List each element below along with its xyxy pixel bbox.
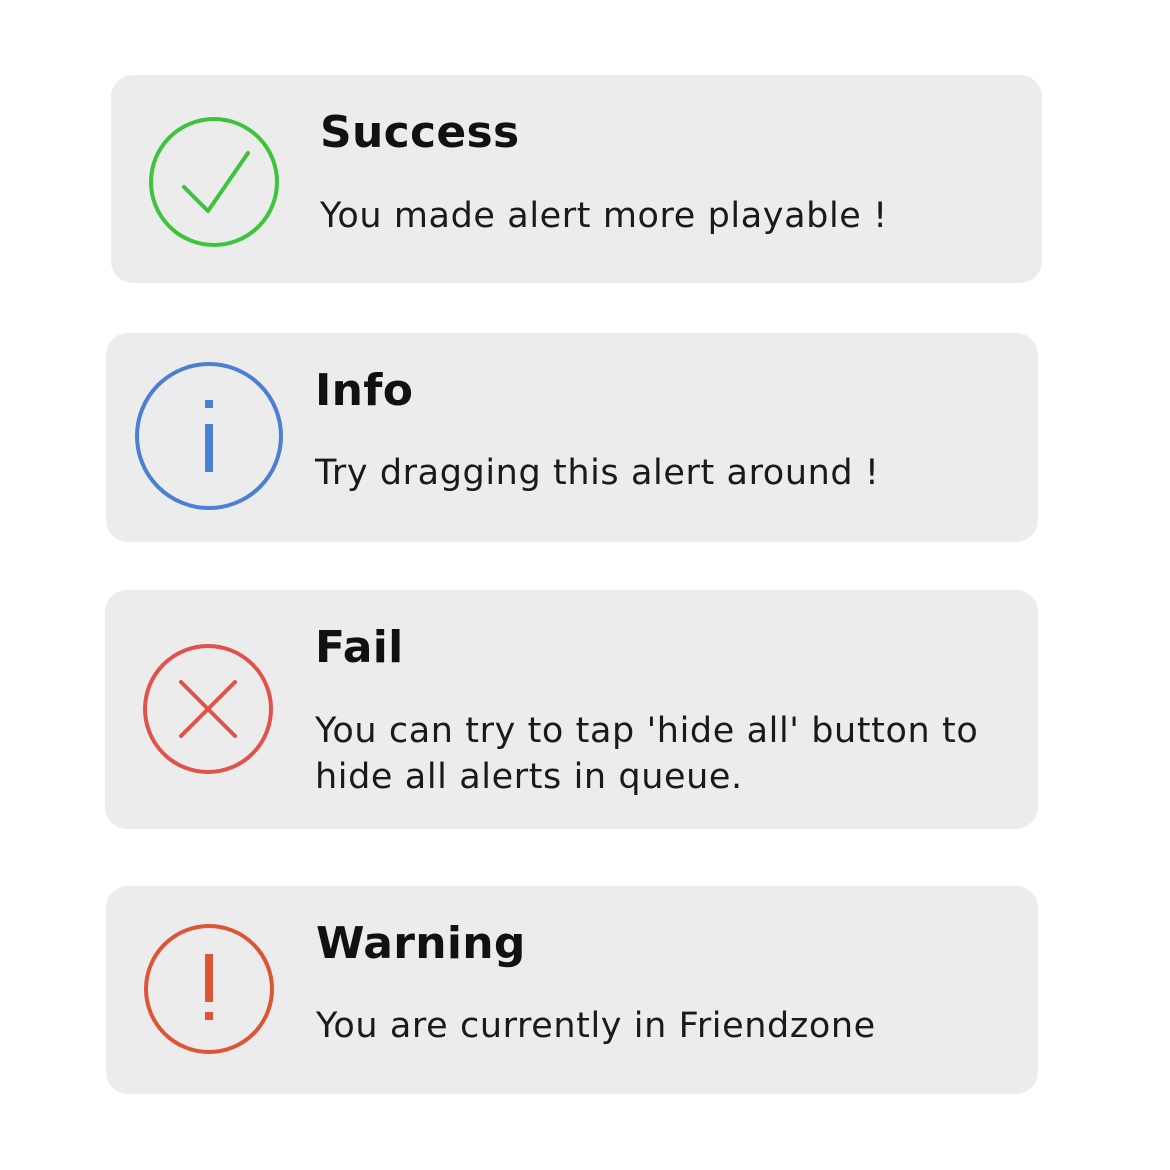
alert-message: You made alert more playable ! <box>320 196 888 236</box>
x-circle-icon <box>143 644 273 774</box>
alert-title: Fail <box>315 622 404 673</box>
alert-title: Success <box>320 107 520 158</box>
alert-title: Warning <box>316 918 526 969</box>
alert-message: Try dragging this alert around ! <box>315 453 880 493</box>
alert-message: You are currently in Friendzone <box>316 1006 876 1046</box>
alert-fail[interactable]: Fail You can try to tap 'hide all' butto… <box>105 590 1038 829</box>
alert-info[interactable]: Info Try dragging this alert around ! <box>106 333 1038 542</box>
alert-message: You can try to tap 'hide all' button to … <box>315 711 979 797</box>
alert-warning[interactable]: Warning You are currently in Friendzone <box>106 886 1038 1094</box>
alert-success[interactable]: Success You made alert more playable ! <box>111 75 1042 283</box>
exclamation-circle-icon <box>144 924 274 1054</box>
alert-title: Info <box>315 365 414 416</box>
info-circle-icon <box>135 362 283 510</box>
checkmark-circle-icon <box>149 117 279 247</box>
